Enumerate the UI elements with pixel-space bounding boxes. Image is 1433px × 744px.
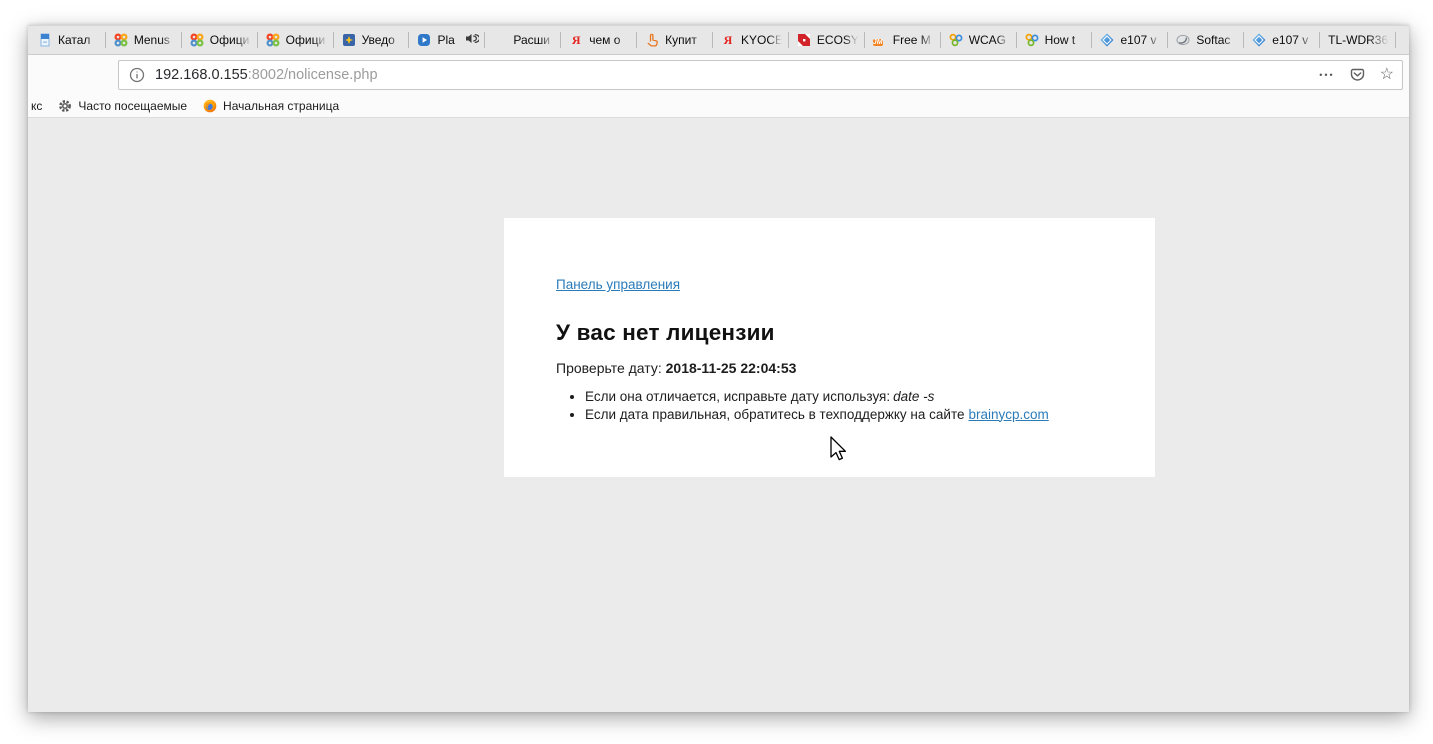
tab-e107-1[interactable]: e107 v [1092,26,1168,54]
tab-menus[interactable]: Menus [106,26,182,54]
yandex-icon: Я [569,33,583,47]
tab-tl-wdr3600[interactable]: TL-WDR36 [1320,26,1396,54]
control-panel-link[interactable]: Панель управления [556,277,680,292]
check-date-line: Проверьте дату: 2018-11-25 22:04:53 [556,360,1115,376]
bookmark-frequently-visited[interactable]: Часто посещаемые [58,99,187,113]
hand-icon [645,33,659,47]
tab-kyocera[interactable]: Я KYOCE [713,26,789,54]
tab-softaculous[interactable]: Softac [1168,26,1244,54]
tab-label: чем о [589,33,631,47]
navigation-toolbar: 192.168.0.155:8002/nolicense.php ••• ☆ [28,55,1409,95]
no-license-heading: У вас нет лицензии [556,320,1115,346]
tab-e107-2[interactable]: e107 v [1244,26,1320,54]
softaculous-icon [1176,33,1190,47]
date-value: 2018-11-25 22:04:53 [666,360,797,376]
page-content: Панель управления У вас нет лицензии Про… [28,118,1409,712]
yandex-icon: Я [721,33,735,47]
brainycp-link[interactable]: brainycp.com [968,407,1048,422]
tab-label: ECOSY [817,33,859,47]
color-circles-icon [949,33,963,47]
tab-label: Расши [513,33,555,47]
tab-notifications[interactable]: Уведо [334,26,410,54]
e107-icon [1100,33,1114,47]
pocket-icon[interactable] [1349,67,1366,83]
url-host: 192.168.0.155 [155,67,248,83]
bookmarks-toolbar: кс Часто посещаемые Начальная страница [28,95,1409,118]
tab-oficial-2[interactable]: Офици [258,26,334,54]
extensions-icon [493,33,507,47]
info-icon[interactable] [129,67,145,83]
tab-label: WCAG [969,33,1011,47]
bookmark-star-icon[interactable]: ☆ [1380,67,1394,83]
tab-label: Купит [665,33,707,47]
joomla-icon [266,33,280,47]
list-item-support: Если дата правильная, обратитесь в техпо… [585,406,1115,424]
date-command: date -s [893,389,934,404]
firefox-icon [203,99,217,113]
tab-label: Menus [134,33,176,47]
tab-label: Free M [893,33,935,47]
kyocera-icon [797,33,811,47]
e107-icon [1252,33,1266,47]
bookmark-home-page[interactable]: Начальная страница [203,99,339,113]
tab-label: e107 v [1120,33,1162,47]
tab-label: Softac [1196,33,1238,47]
tab-label: Офици [210,33,252,47]
tab-label: Pla [437,33,463,47]
tab-label: How t [1045,33,1087,47]
tab-yandex-chem[interactable]: Я чем о [561,26,637,54]
joomla-icon [114,33,128,47]
instructions-list: Если она отличается, исправьте дату испо… [556,388,1115,423]
catalog-icon [38,33,52,47]
tab-kupit[interactable]: Купит [637,26,713,54]
gear-icon [58,99,72,113]
bookmark-label: Начальная страница [223,99,339,113]
tab-wcag[interactable]: WCAG [941,26,1017,54]
play-icon [417,33,431,47]
joomla-icon [190,33,204,47]
list-item-fix-date: Если она отличается, исправьте дату испо… [585,388,1115,406]
tab-oficial-1[interactable]: Офици [182,26,258,54]
joomag-icon: JM [873,33,887,47]
tab-how-to[interactable]: How t [1017,26,1093,54]
url-bar[interactable]: 192.168.0.155:8002/nolicense.php ••• ☆ [118,60,1403,90]
tab-label: KYOCE [741,33,783,47]
tab-player[interactable]: Pla [409,26,485,54]
tab-ecosys[interactable]: ECOSY [789,26,865,54]
bookmark-label: Часто посещаемые [78,99,187,113]
page-actions-icon[interactable]: ••• [1319,70,1334,80]
color-circles-icon [1025,33,1039,47]
url-text[interactable]: 192.168.0.155:8002/nolicense.php [155,67,378,83]
tab-free-magazines[interactable]: JM Free M [865,26,941,54]
tab-label: e107 v [1272,33,1314,47]
tab-label: Уведо [362,33,404,47]
check-date-label: Проверьте дату: [556,360,662,376]
audio-speaker-icon[interactable] [465,32,479,48]
url-path: :8002/nolicense.php [248,67,378,83]
tab-catalog[interactable]: Катал [30,26,106,54]
tab-label: TL-WDR36 [1328,33,1390,47]
tab-label: Катал [58,33,100,47]
tab-extensions[interactable]: Расши [485,26,561,54]
mouse-cursor [829,436,851,469]
bookmark-fragment[interactable]: кс [31,99,42,113]
notification-icon [342,33,356,47]
tab-bar: Катал Menus Офици Офици Уведо [28,25,1409,55]
browser-window: Катал Menus Офици Офици Уведо [28,25,1409,712]
tab-label: Офици [286,33,328,47]
